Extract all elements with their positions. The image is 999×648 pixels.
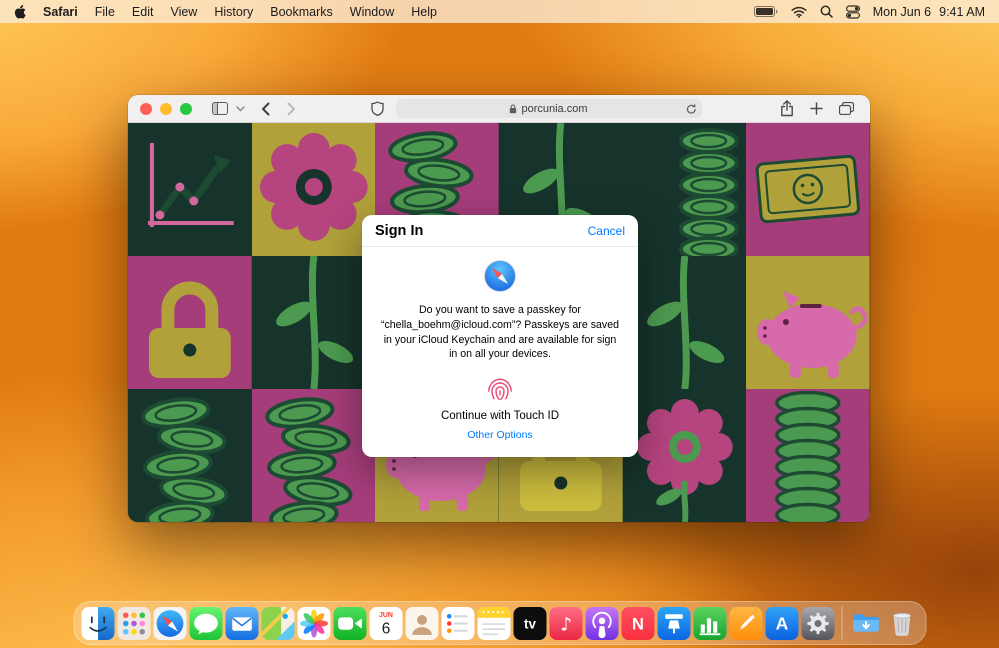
menu-item-edit[interactable]: Edit: [132, 5, 154, 19]
dock-trash-icon[interactable]: [885, 607, 918, 640]
menu-item-help[interactable]: Help: [411, 5, 437, 19]
artwork-tile-piggy: [746, 256, 870, 389]
passkey-dialog: Sign In Cancel Do you want to save a pas…: [362, 215, 638, 457]
dialog-title: Sign In: [375, 223, 423, 239]
artwork-tile-coins: [252, 389, 376, 522]
svg-text:JUN: JUN: [378, 611, 392, 618]
address-bar[interactable]: porcunia.com: [396, 99, 702, 118]
artwork-tile-stem: [623, 256, 747, 389]
svg-text:♪: ♪: [560, 614, 572, 635]
dock-reminders-icon[interactable]: [441, 607, 474, 640]
privacy-shield-icon[interactable]: [367, 98, 388, 120]
dock-messages-icon[interactable]: [189, 607, 222, 640]
dock-system-settings-icon[interactable]: [801, 607, 834, 640]
artwork-tile-banknote: [746, 123, 870, 256]
battery-icon[interactable]: [754, 6, 778, 17]
menu-app-name[interactable]: Safari: [43, 5, 78, 19]
dock-podcasts-icon[interactable]: [585, 607, 618, 640]
svg-text:6: 6: [381, 620, 390, 637]
window-controls: [140, 103, 192, 115]
dock-numbers-icon[interactable]: [693, 607, 726, 640]
artwork-tile-flower2: [623, 389, 747, 522]
tab-overview-icon[interactable]: [835, 98, 858, 120]
minimize-window-button[interactable]: [160, 103, 172, 115]
dock-calendar-icon[interactable]: JUN 6: [369, 607, 402, 640]
menu-item-bookmarks[interactable]: Bookmarks: [270, 5, 333, 19]
artwork-tile-chart: [128, 123, 252, 256]
address-text: porcunia.com: [521, 103, 587, 115]
dock-music-icon[interactable]: ♪: [549, 607, 582, 640]
sidebar-icon[interactable]: [208, 98, 232, 120]
dock-tv-icon[interactable]: tv: [513, 607, 546, 640]
dock-pages-icon[interactable]: [729, 607, 762, 640]
touch-id-icon: [482, 371, 518, 407]
menu-bar: Safari File Edit View History Bookmarks Windo…: [0, 0, 999, 23]
dock-contacts-icon[interactable]: [405, 607, 438, 640]
safari-app-icon: [483, 259, 517, 293]
svg-text:tv: tv: [524, 616, 536, 631]
chevron-down-icon[interactable]: [232, 98, 249, 120]
control-center-icon[interactable]: [846, 5, 860, 19]
dock-notes-icon[interactable]: [477, 607, 510, 640]
artwork-tile-flower: [252, 123, 376, 256]
dock-keynote-icon[interactable]: [657, 607, 690, 640]
dock-facetime-icon[interactable]: [333, 607, 366, 640]
safari-toolbar: porcunia.com: [128, 95, 870, 123]
artwork-tile-stem: [252, 256, 376, 389]
dock-mail-icon[interactable]: [225, 607, 258, 640]
search-icon[interactable]: [820, 5, 833, 18]
dock-safari-icon[interactable]: [153, 607, 186, 640]
artwork-tile-stack: [623, 123, 747, 256]
svg-text:A: A: [775, 613, 788, 633]
new-tab-icon[interactable]: [806, 98, 827, 120]
continue-touch-id-label[interactable]: Continue with Touch ID: [380, 410, 620, 422]
cancel-button[interactable]: Cancel: [588, 224, 625, 238]
zoom-window-button[interactable]: [180, 103, 192, 115]
safari-window: porcunia.com: [128, 95, 870, 522]
artwork-tile-coins: [128, 389, 252, 522]
artwork-tile-coil: [746, 389, 870, 522]
lock-icon: [509, 104, 517, 114]
share-icon[interactable]: [776, 98, 798, 120]
menu-item-file[interactable]: File: [95, 5, 115, 19]
dock-downloads-icon[interactable]: [849, 607, 882, 640]
dock-launchpad-icon[interactable]: [117, 607, 150, 640]
menubar-time[interactable]: 9:41 AM: [939, 5, 985, 19]
dock-divider: [841, 606, 842, 640]
svg-text:N: N: [632, 615, 644, 633]
dock-finder-icon[interactable]: [81, 607, 114, 640]
close-window-button[interactable]: [140, 103, 152, 115]
other-options-link[interactable]: Other Options: [467, 429, 532, 441]
dock-news-icon[interactable]: N: [621, 607, 654, 640]
dock: JUN 6 tv ♪ N A: [73, 601, 926, 645]
artwork-tile-lock: [128, 256, 252, 389]
menu-item-window[interactable]: Window: [350, 5, 394, 19]
reload-icon[interactable]: [686, 103, 697, 118]
menubar-date[interactable]: Mon Jun 6: [873, 5, 931, 19]
menu-item-history[interactable]: History: [214, 5, 253, 19]
menu-item-view[interactable]: View: [170, 5, 197, 19]
passkey-message: Do you want to save a passkey for “chell…: [380, 303, 620, 362]
apple-menu-icon[interactable]: [14, 5, 26, 19]
wifi-icon[interactable]: [791, 6, 807, 18]
dock-app-store-icon[interactable]: A: [765, 607, 798, 640]
dock-maps-icon[interactable]: [261, 607, 294, 640]
back-icon[interactable]: [257, 98, 274, 120]
dock-photos-icon[interactable]: [297, 607, 330, 640]
forward-icon[interactable]: [283, 98, 300, 120]
